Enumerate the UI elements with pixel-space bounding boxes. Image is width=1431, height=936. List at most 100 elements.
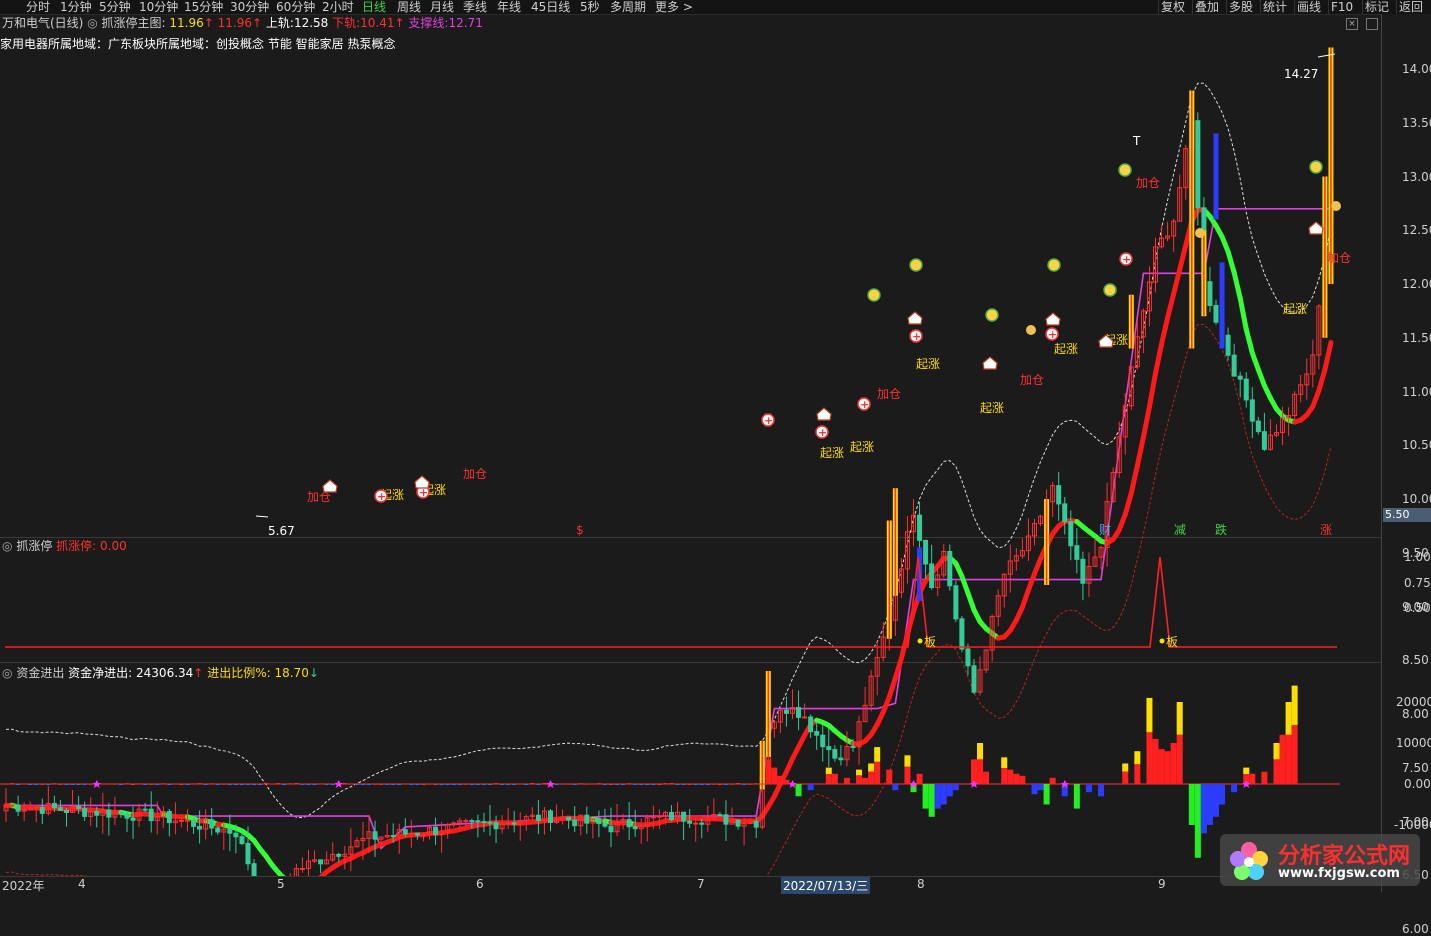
panel2-tick: 0.50 xyxy=(1404,601,1431,615)
candle-body xyxy=(52,803,56,807)
stock-chart[interactable]: 起涨起涨起涨起涨起涨起涨起涨起涨起涨加仓加仓加仓加仓加仓加仓T++++++++1… xyxy=(0,14,1381,876)
flow-bar xyxy=(512,784,516,785)
tab-8[interactable]: 日线 xyxy=(362,0,386,14)
tab-0[interactable]: 分时 xyxy=(26,0,50,14)
tab-12[interactable]: 年线 xyxy=(497,0,521,14)
tool-button-3[interactable]: 统计 xyxy=(1260,0,1289,14)
trend-segment xyxy=(895,658,901,678)
flow-bar-yellow xyxy=(1292,686,1298,725)
tool-button-1[interactable]: 叠加 xyxy=(1192,0,1221,14)
tab-6[interactable]: 60分钟 xyxy=(276,0,315,14)
flow-bar xyxy=(542,783,546,784)
flow-bar xyxy=(1286,735,1292,784)
candle-body xyxy=(1208,282,1212,306)
tab-9[interactable]: 周线 xyxy=(397,0,421,14)
tab-2[interactable]: 5分钟 xyxy=(99,0,131,14)
tab-11[interactable]: 季线 xyxy=(463,0,487,14)
tab-15[interactable]: 多周期 xyxy=(610,0,646,14)
plus-glyph: + xyxy=(912,330,921,343)
flow-bar xyxy=(1098,784,1104,796)
candle-body xyxy=(179,820,183,821)
tab-7[interactable]: 2小时 xyxy=(322,0,354,14)
flow-bar xyxy=(1122,772,1128,784)
fruit-icon xyxy=(910,259,922,271)
candle-body xyxy=(415,833,419,835)
candle-body xyxy=(948,551,952,585)
flow-bar xyxy=(179,784,183,785)
tool-button-6[interactable]: 标记 xyxy=(1362,0,1391,14)
flow-bar xyxy=(591,784,595,785)
blue-bar xyxy=(1214,134,1219,220)
flow-bar xyxy=(862,778,868,784)
flow-bar xyxy=(712,784,716,785)
flow-bar xyxy=(476,784,480,785)
candle-body xyxy=(1250,400,1254,421)
flow-bar xyxy=(258,784,262,785)
candle-body xyxy=(803,717,807,718)
candle-body xyxy=(234,833,238,837)
candle-body xyxy=(754,821,758,827)
tool-button-5[interactable]: F10 xyxy=(1328,0,1355,14)
limit-up-core xyxy=(1131,295,1133,349)
candle-body xyxy=(186,820,190,821)
trend-segment xyxy=(278,872,284,876)
flow-bar xyxy=(288,783,292,784)
board-label: 板 xyxy=(1166,635,1178,649)
plus-glyph: + xyxy=(860,398,869,411)
candle-body xyxy=(821,735,825,746)
candle-body xyxy=(536,815,540,820)
candle-body xyxy=(1081,559,1085,583)
trend-segment xyxy=(1149,373,1155,406)
flow-bar-yellow xyxy=(856,770,862,776)
signal-add: 加仓 xyxy=(1327,251,1351,265)
flow-bar xyxy=(536,784,540,785)
flow-bar xyxy=(777,776,783,784)
date-label: 5 xyxy=(277,877,285,891)
tab-5[interactable]: 30分钟 xyxy=(230,0,269,14)
tab-3[interactable]: 10分钟 xyxy=(139,0,178,14)
flow-bar xyxy=(573,784,577,785)
candle-body xyxy=(724,815,728,824)
house-icon xyxy=(323,480,337,492)
tab-13[interactable]: 45日线 xyxy=(531,0,570,14)
tab-14[interactable]: 5秒 xyxy=(580,0,600,14)
candle-body xyxy=(700,823,704,824)
trend-segment xyxy=(1234,273,1240,299)
candle-body xyxy=(143,809,147,810)
panel3-tick: -10000 xyxy=(1394,818,1431,832)
candle-body xyxy=(319,860,323,864)
fruit-icon xyxy=(1048,259,1060,271)
tab-16[interactable]: 更多 > xyxy=(655,0,693,14)
flow-bar xyxy=(161,783,165,784)
period-toolbar: 分时 1分钟 5分钟 10分钟 15分钟 30分钟 60分钟 2小时日线周线月线季线年线 45日… xyxy=(0,0,1431,15)
trend-segment xyxy=(1228,252,1234,273)
flow-bar xyxy=(706,784,710,785)
signal-rise: 起涨 xyxy=(850,439,874,454)
flow-bar xyxy=(748,784,752,785)
fruit-icon xyxy=(868,289,880,301)
tab-10[interactable]: 月线 xyxy=(430,0,454,14)
low-price-label: 5.67 xyxy=(268,524,295,538)
date-label: 4 xyxy=(78,877,86,891)
tool-button-7[interactable]: 返回 xyxy=(1396,0,1425,14)
candle-body xyxy=(1057,486,1061,504)
tab-1[interactable]: 1分钟 xyxy=(60,0,92,14)
flow-bar xyxy=(983,772,989,784)
candle-body xyxy=(216,828,220,832)
fruit-icon xyxy=(1119,164,1131,176)
tool-button-2[interactable]: 多股 xyxy=(1226,0,1255,14)
flow-bar xyxy=(844,778,850,784)
tool-button-0[interactable]: 复权 xyxy=(1158,0,1187,14)
flow-bar xyxy=(688,784,692,785)
flow-bar xyxy=(1280,735,1286,784)
flow-bar xyxy=(240,784,244,785)
candle-body xyxy=(1244,379,1248,400)
flow-bar xyxy=(361,784,365,785)
tool-button-4[interactable]: 画线 xyxy=(1294,0,1323,14)
plus-glyph: + xyxy=(818,426,827,439)
candle-body xyxy=(482,822,486,823)
flow-bar xyxy=(204,784,208,785)
upper-band-line xyxy=(6,83,1331,818)
flow-bar xyxy=(331,784,335,785)
tab-4[interactable]: 15分钟 xyxy=(184,0,223,14)
